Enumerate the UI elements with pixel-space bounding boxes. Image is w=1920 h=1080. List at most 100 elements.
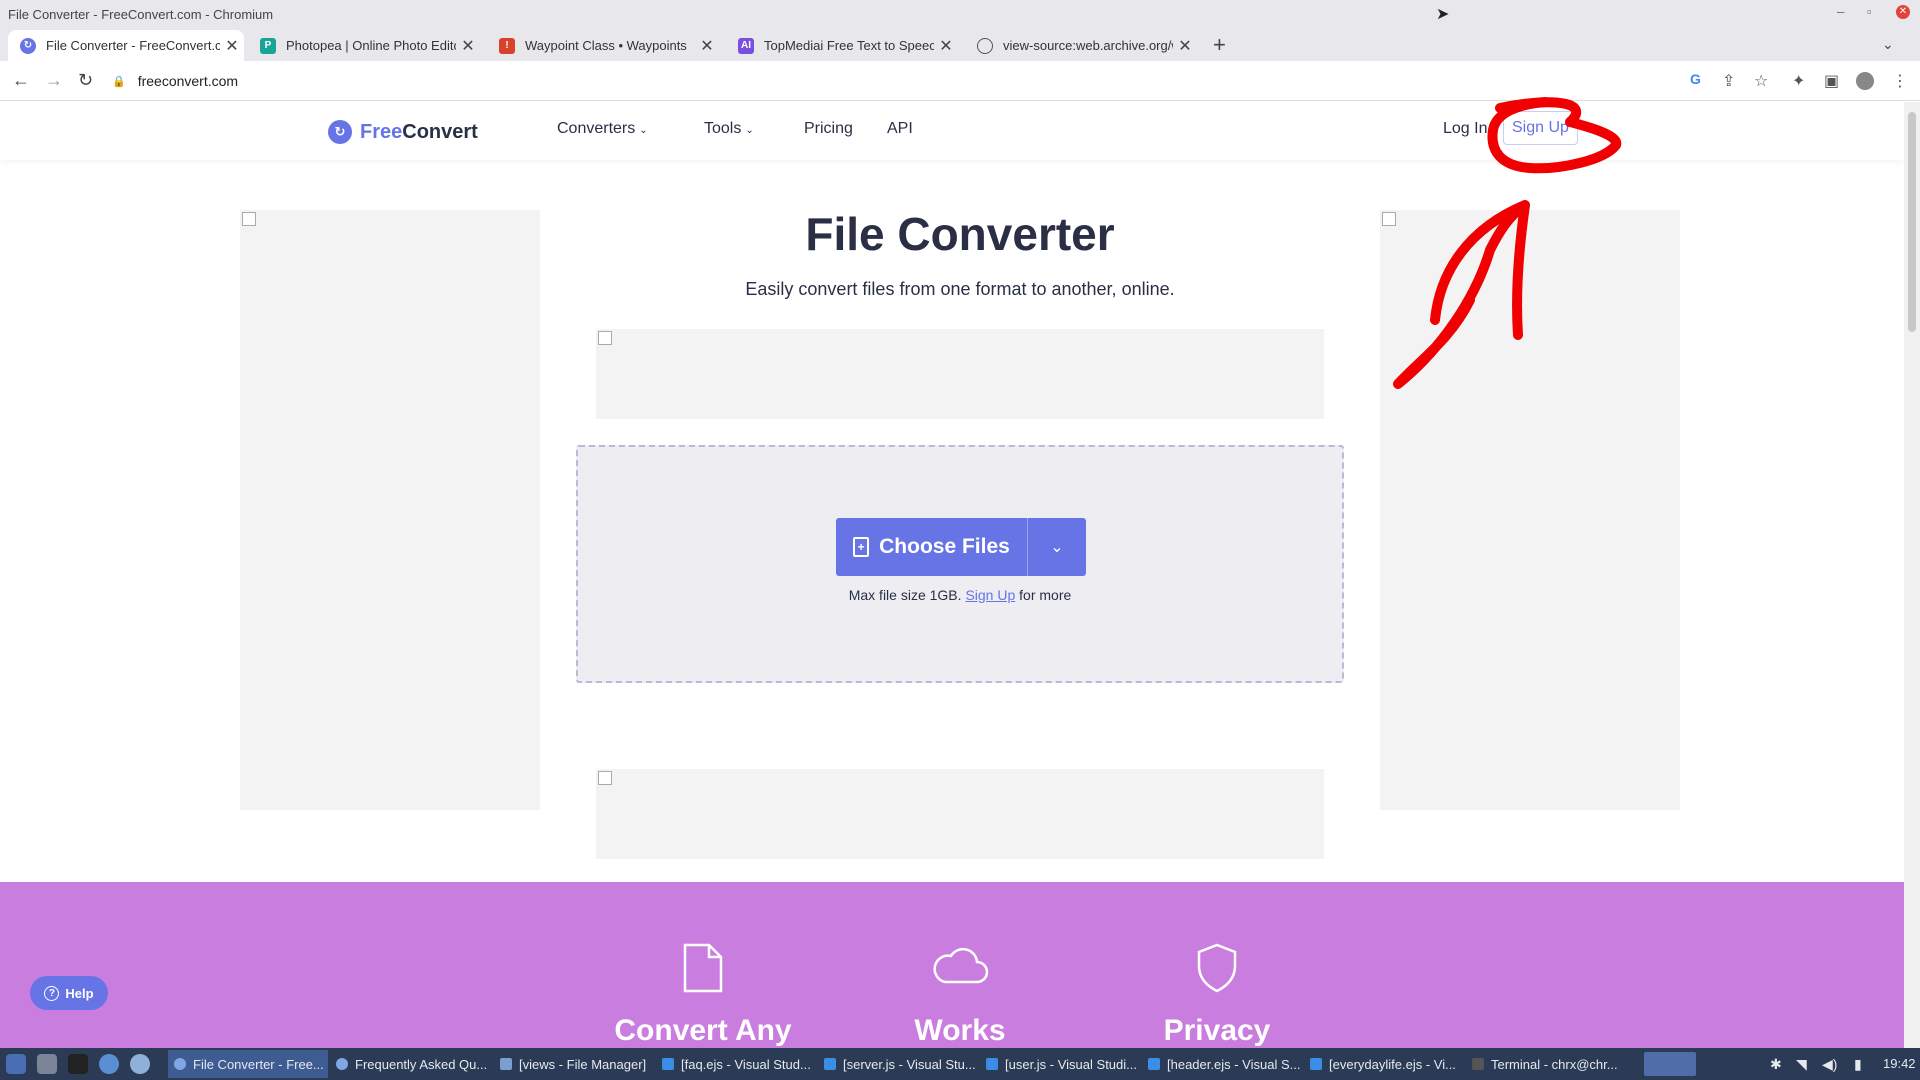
tab-close-icon[interactable]: ✕ [1173, 36, 1197, 56]
volume-icon[interactable]: ◀) [1822, 1056, 1837, 1073]
vscode-icon [662, 1058, 674, 1070]
feature-works: Works [860, 942, 1060, 1048]
freeconvert-favicon-icon: ↻ [20, 37, 36, 54]
bottom-banner-ad-placeholder [596, 769, 1324, 859]
nav-tools-label: Tools [704, 120, 742, 137]
reload-button[interactable]: ↻ [78, 70, 93, 91]
choose-files-label: Choose Files [879, 535, 1010, 558]
taskbar-item-label: File Converter - Free... [193, 1056, 324, 1072]
tab-close-icon[interactable]: ✕ [456, 36, 480, 56]
google-icon[interactable]: G [1690, 71, 1701, 87]
taskbar-item[interactable]: [user.js - Visual Studi... [980, 1050, 1142, 1078]
mouse-cursor-icon: ➤ [1436, 6, 1450, 23]
tab-waypoint[interactable]: ! Waypoint Class • Waypoints ✕ [487, 30, 719, 61]
feature-title: Convert Any [614, 1014, 792, 1047]
tab-search-chevron-icon[interactable]: ⌄ [1882, 36, 1894, 53]
scrollbar-thumb[interactable] [1908, 112, 1916, 332]
tab-photopea[interactable]: P Photopea | Online Photo Editor ✕ [248, 30, 480, 61]
workspace-indicator[interactable] [1644, 1052, 1696, 1076]
feature-title: Works [914, 1014, 1006, 1047]
max-size-text: Max file size 1GB. [848, 587, 962, 603]
bluetooth-icon[interactable]: ✱ [1770, 1056, 1782, 1073]
browser-launcher-icon[interactable] [130, 1054, 150, 1074]
file-dropzone[interactable]: + Choose Files ⌄ Max file size 1GB. Sign… [576, 445, 1344, 683]
nav-pricing[interactable]: Pricing [804, 120, 853, 138]
left-ad-placeholder [240, 210, 540, 810]
taskbar-item-label: [user.js - Visual Studi... [1005, 1056, 1137, 1072]
feature-title: Privacy [1163, 1014, 1271, 1047]
file-manager-launcher-icon[interactable] [37, 1054, 57, 1074]
features-section: Convert Any Works Privacy [0, 882, 1904, 1048]
forward-button[interactable]: → [45, 70, 63, 91]
back-button[interactable]: ← [12, 70, 30, 91]
tab-close-icon[interactable]: ✕ [934, 36, 958, 56]
nav-converters[interactable]: Converters ⌄ [557, 120, 648, 138]
freeconvert-logo[interactable]: ↻ Free Convert [328, 120, 478, 144]
tab-label: File Converter - FreeConvert.com [46, 38, 220, 53]
nav-tools[interactable]: Tools ⌄ [704, 120, 754, 138]
taskbar-item-label: [faq.ejs - Visual Stud... [681, 1056, 811, 1072]
new-tab-button[interactable]: + [1213, 32, 1226, 58]
bookmark-star-icon[interactable]: ☆ [1754, 71, 1768, 91]
taskbar-item[interactable]: [faq.ejs - Visual Stud... [656, 1050, 818, 1078]
side-panel-icon[interactable]: ▣ [1824, 71, 1839, 91]
chromium-launcher-icon[interactable] [99, 1054, 119, 1074]
chevron-down-icon: ⌄ [1050, 539, 1064, 556]
menu-kebab-icon[interactable]: ⋮ [1892, 71, 1908, 91]
taskbar-item[interactable]: [server.js - Visual Stu... [818, 1050, 980, 1078]
share-icon[interactable]: ⇪ [1722, 71, 1735, 91]
taskbar-item[interactable]: File Converter - Free... [168, 1050, 328, 1078]
globe-icon [977, 37, 993, 54]
chromium-icon [174, 1058, 186, 1070]
shield-icon [1117, 942, 1317, 998]
app-menu-icon[interactable] [6, 1054, 26, 1074]
taskbar-item-label: [server.js - Visual Stu... [843, 1056, 976, 1072]
nav-converters-label: Converters [557, 120, 636, 137]
tab-close-icon[interactable]: ✕ [695, 36, 719, 56]
feature-convert-any: Convert Any [603, 942, 803, 1048]
minimize-icon[interactable]: – [1837, 4, 1844, 19]
photopea-favicon-icon: P [260, 37, 276, 54]
extensions-icon[interactable]: ✦ [1792, 71, 1805, 91]
tab-topmediai[interactable]: AI TopMediai Free Text to Speech ✕ [726, 30, 958, 61]
page-scrollbar[interactable] [1904, 102, 1920, 1048]
close-window-icon[interactable]: ✕ [1896, 5, 1910, 19]
address-bar[interactable]: 🔒 freeconvert.com [112, 67, 1692, 95]
tab-view-source[interactable]: view-source:web.archive.org/w ✕ [965, 30, 1197, 61]
taskbar-item-label: [everydaylife.ejs - Vi... [1329, 1056, 1456, 1072]
tab-label: Photopea | Online Photo Editor [286, 38, 456, 53]
vscode-icon [824, 1058, 836, 1070]
login-link[interactable]: Log In [1443, 120, 1487, 138]
nav-api[interactable]: API [887, 120, 913, 138]
choose-files-button[interactable]: + Choose Files [836, 518, 1028, 576]
maximize-icon[interactable]: ▫ [1867, 4, 1872, 19]
vscode-icon [986, 1058, 998, 1070]
help-button[interactable]: ? Help [30, 976, 108, 1010]
url-text: freeconvert.com [137, 73, 239, 89]
vscode-icon [1310, 1058, 1322, 1070]
taskbar-item[interactable]: [views - File Manager] [494, 1050, 656, 1078]
terminal-launcher-icon[interactable] [68, 1054, 88, 1074]
page-title: File Converter [805, 208, 1115, 260]
signup-button[interactable]: Sign Up [1503, 111, 1578, 145]
clock[interactable]: 19:42 [1883, 1056, 1916, 1071]
site-header: ↻ Free Convert Converters ⌄ Tools ⌄ Pricing… [0, 102, 1904, 160]
max-size-suffix: for more [1019, 587, 1072, 603]
tab-close-icon[interactable]: ✕ [220, 36, 244, 56]
taskbar-item[interactable]: [header.ejs - Visual S... [1142, 1050, 1304, 1078]
folder-icon [500, 1058, 512, 1070]
taskbar-item[interactable]: Terminal - chrx@chr... [1466, 1050, 1628, 1078]
tab-freeconvert[interactable]: ↻ File Converter - FreeConvert.com ✕ [8, 30, 244, 61]
upload-source-dropdown-button[interactable]: ⌄ [1028, 537, 1086, 557]
profile-avatar-icon[interactable] [1856, 72, 1874, 90]
page-subtitle: Easily convert files from one format to … [745, 279, 1175, 299]
battery-icon[interactable]: ▮ [1854, 1056, 1862, 1073]
max-size-signup-link[interactable]: Sign Up [965, 587, 1015, 603]
taskbar-item[interactable]: Frequently Asked Qu... [330, 1050, 492, 1078]
taskbar-item-label: Terminal - chrx@chr... [1491, 1056, 1618, 1072]
browser-toolbar: ← → ↻ 🔒 freeconvert.com G ⇪ ☆ ✦ ▣ ⋮ [0, 61, 1920, 101]
wifi-icon[interactable]: ◥ [1796, 1056, 1807, 1073]
chevron-down-icon: ⌄ [639, 125, 648, 136]
taskbar-item[interactable]: [everydaylife.ejs - Vi... [1304, 1050, 1466, 1078]
question-icon: ? [44, 985, 60, 1001]
